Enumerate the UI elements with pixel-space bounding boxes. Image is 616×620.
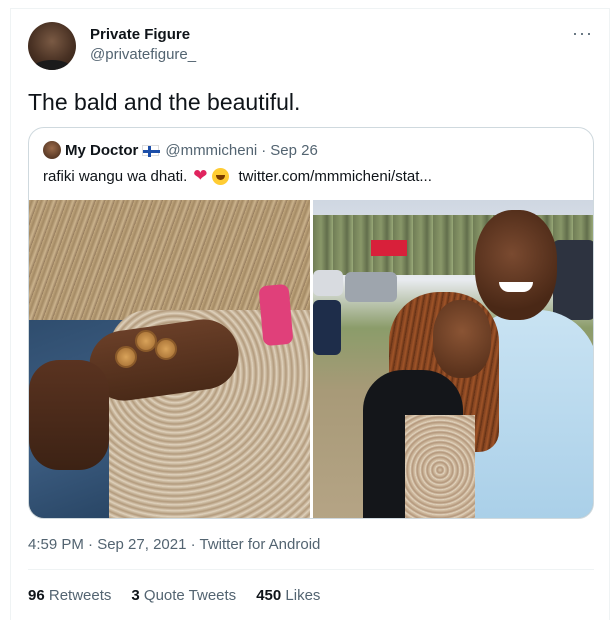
- quote-tweets-label: Quote Tweets: [143, 587, 237, 604]
- quoted-tweet-text-row: rafiki wangu wa dhati. ❤ twitter.com/mmm…: [43, 165, 432, 187]
- photo-car: [313, 270, 343, 296]
- likes-stat[interactable]: 450 Likes: [256, 586, 320, 606]
- tweet-timestamp[interactable]: 4:59 PM · Sep 27, 2021 · Twitter for And…: [28, 535, 320, 555]
- retweets-count: 96: [28, 587, 45, 604]
- author-name[interactable]: Private Figure: [90, 25, 196, 45]
- photo-smile: [499, 282, 533, 292]
- avatar-shirt: [32, 60, 72, 70]
- smiling-face-icon: [211, 167, 229, 185]
- author-avatar[interactable]: [28, 22, 76, 70]
- tweet-stats: 96 Retweets 3 Quote Tweets 450 Likes: [28, 586, 340, 606]
- photo-red-tent: [371, 240, 407, 256]
- photo-hand: [29, 360, 109, 470]
- likes-label: Likes: [285, 587, 321, 604]
- retweets-label: Retweets: [48, 587, 112, 604]
- photo-car: [345, 272, 397, 302]
- separator-dot: ·: [261, 141, 267, 159]
- photo-man-head: [475, 210, 557, 320]
- quoted-tweet-header: My Doctor @mmmicheni · Sep 26: [43, 140, 318, 160]
- tweet-text: The bald and the beautiful.: [28, 89, 301, 115]
- quoted-author-handle[interactable]: @mmmicheni: [165, 142, 257, 159]
- photo-coin: [115, 346, 137, 368]
- quoted-author-avatar[interactable]: [43, 141, 61, 159]
- photo-couple-selfie[interactable]: [313, 200, 593, 518]
- photo-car: [313, 300, 341, 355]
- quoted-tweet-link[interactable]: twitter.com/mmmicheni/stat...: [239, 168, 432, 185]
- divider: [28, 569, 594, 570]
- quoted-tweet-date[interactable]: Sep 26: [270, 142, 318, 159]
- quoted-author-name[interactable]: My Doctor: [65, 142, 138, 159]
- finland-flag-icon: [142, 144, 161, 157]
- quote-tweets-stat[interactable]: 3 Quote Tweets: [131, 586, 236, 606]
- quoted-tweet[interactable]: My Doctor @mmmicheni · Sep 26 rafiki wan…: [28, 127, 594, 519]
- photo-coin: [135, 330, 157, 352]
- photo-car: [553, 240, 593, 320]
- quoted-tweet-text: rafiki wangu wa dhati.: [43, 167, 188, 185]
- photo-woman-face: [433, 300, 491, 378]
- photo-wristband: [258, 283, 294, 347]
- author-handle[interactable]: @privatefigure_: [90, 45, 196, 65]
- quote-tweets-count: 3: [131, 587, 140, 604]
- photo-woman-top: [405, 415, 475, 518]
- heart-emoji-icon: ❤: [193, 166, 208, 185]
- likes-count: 450: [256, 587, 282, 604]
- photo-coins-hands[interactable]: [29, 200, 310, 518]
- retweets-stat[interactable]: 96 Retweets: [28, 586, 111, 606]
- photo-coin: [155, 338, 177, 360]
- author-block: Private Figure @privatefigure_: [90, 25, 196, 65]
- more-options-icon[interactable]: ···: [572, 24, 593, 42]
